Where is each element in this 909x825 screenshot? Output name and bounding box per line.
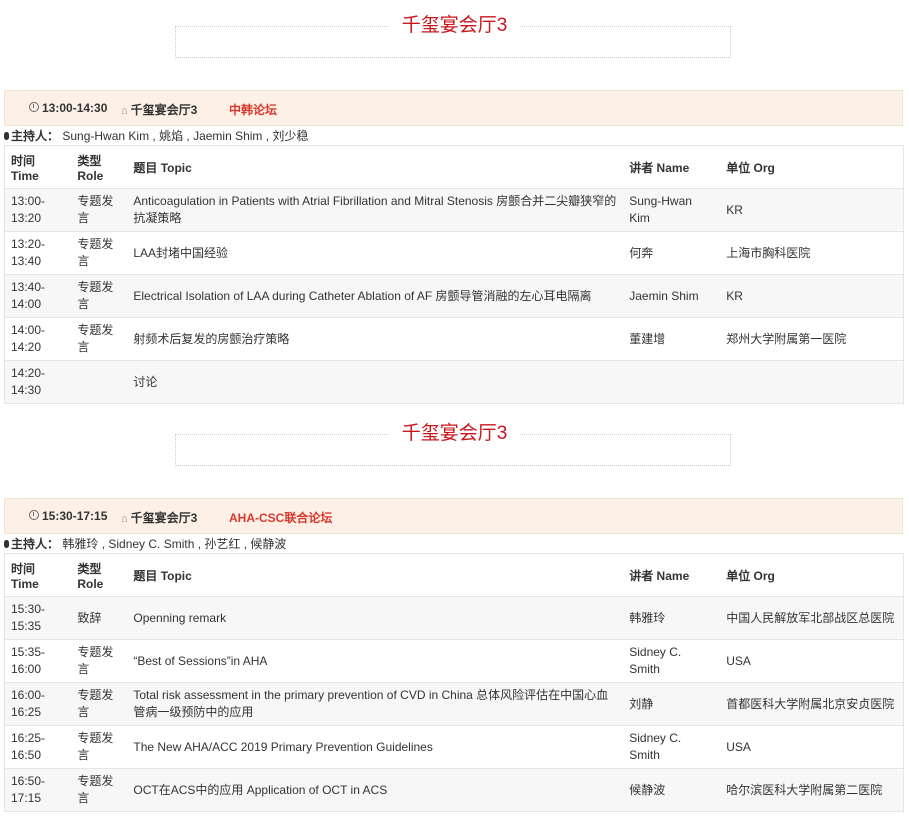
cell-org: 上海市胸科医院	[720, 231, 904, 275]
host-names: 韩雅玲 , Sidney C. Smith , 孙艺红 , 候静波	[62, 537, 287, 551]
cell-speaker: 韩雅玲	[623, 596, 721, 640]
cell-topic: Electrical Isolation of LAA during Cathe…	[127, 274, 624, 318]
table-row: 13:00-13:20 专题发言 Anticoagulation in Pati…	[4, 188, 904, 232]
table-row: 15:30-15:35 致辞 Openning remark 韩雅玲 中国人民解…	[4, 596, 904, 640]
cell-org: 郑州大学附属第一医院	[720, 317, 904, 361]
host-line: 主持人： 韩雅玲 , Sidney C. Smith , 孙艺红 , 候静波	[4, 535, 286, 553]
cell-speaker: Sidney C. Smith	[623, 725, 721, 769]
cell-role: 致辞	[71, 596, 128, 640]
cell-time: 16:25-16:50	[4, 725, 72, 769]
session-time: 15:30-17:15	[42, 509, 108, 523]
header-topic: 题目 Topic	[127, 145, 624, 189]
session-header: 15:30-17:15 ⌂ 千玺宴会厅3 AHA-CSC联合论坛	[4, 498, 903, 534]
cell-speaker	[623, 360, 721, 404]
cell-org: USA	[720, 639, 904, 683]
home-icon: ⌂	[121, 105, 128, 117]
session-place: 千玺宴会厅3	[130, 511, 198, 525]
cell-topic: “Best of Sessions”in AHA	[127, 639, 624, 683]
cell-speaker: 刘静	[623, 682, 721, 726]
cell-role: 专题发言	[71, 768, 128, 812]
session-forum-link[interactable]: 中韩论坛	[229, 101, 277, 118]
cell-org: 中国人民解放军北部战区总医院	[720, 596, 904, 640]
cell-org: KR	[720, 274, 904, 318]
clock-icon	[29, 102, 39, 112]
cell-org: USA	[720, 725, 904, 769]
header-speaker: 讲者 Name	[623, 145, 721, 189]
cell-time: 14:20-14:30	[4, 360, 72, 404]
cell-org: 哈尔滨医科大学附属第二医院	[720, 768, 904, 812]
cell-speaker: Sung-Hwan Kim	[623, 188, 721, 232]
cell-topic: OCT在ACS中的应用 Application of OCT in ACS	[127, 768, 624, 812]
cell-speaker: Jaemin Shim	[623, 274, 721, 318]
header-role: 类型 Role	[71, 145, 128, 189]
session-header: 13:00-14:30 ⌂ 千玺宴会厅3 中韩论坛	[4, 90, 903, 126]
cell-org: 首都医科大学附属北京安贞医院	[720, 682, 904, 726]
host-line: 主持人： Sung-Hwan Kim , 姚焰 , Jaemin Shim , …	[4, 127, 308, 145]
table-row: 14:20-14:30 讨论	[4, 360, 904, 404]
table-row: 16:25-16:50 专题发言 The New AHA/ACC 2019 Pr…	[4, 725, 904, 769]
table-row: 16:50-17:15 专题发言 OCT在ACS中的应用 Application…	[4, 768, 904, 812]
header-speaker: 讲者 Name	[623, 553, 721, 597]
cell-time: 16:00-16:25	[4, 682, 72, 726]
header-time: 时间 Time	[4, 553, 72, 597]
table-row: 14:00-14:20 专题发言 射频术后复发的房颤治疗策略 董建增 郑州大学附…	[4, 317, 904, 361]
cell-speaker: Sidney C. Smith	[623, 639, 721, 683]
cell-time: 13:40-14:00	[4, 274, 72, 318]
cell-topic: Total risk assessment in the primary pre…	[127, 682, 624, 726]
cell-org	[720, 360, 904, 404]
cell-role: 专题发言	[71, 188, 128, 232]
cell-role: 专题发言	[71, 725, 128, 769]
cell-time: 15:35-16:00	[4, 639, 72, 683]
cell-topic: 讨论	[127, 360, 624, 404]
cell-speaker: 候静波	[623, 768, 721, 812]
header-topic: 题目 Topic	[127, 553, 624, 597]
cell-speaker: 何奔	[623, 231, 721, 275]
cell-time: 15:30-15:35	[4, 596, 72, 640]
cell-time: 13:20-13:40	[4, 231, 72, 275]
host-names: Sung-Hwan Kim , 姚焰 , Jaemin Shim , 刘少稳	[62, 129, 309, 143]
cell-topic: LAA封堵中国经验	[127, 231, 624, 275]
cell-role: 专题发言	[71, 231, 128, 275]
cell-topic: Anticoagulation in Patients with Atrial …	[127, 188, 624, 232]
cell-time: 13:00-13:20	[4, 188, 72, 232]
cell-org: KR	[720, 188, 904, 232]
microphone-icon	[4, 132, 9, 140]
header-role: 类型 Role	[71, 553, 128, 597]
hall-title: 千玺宴会厅3	[0, 420, 909, 448]
header-org: 单位 Org	[720, 553, 904, 597]
cell-role: 专题发言	[71, 317, 128, 361]
table-header-row: 时间 Time 类型 Role 题目 Topic 讲者 Name 单位 Org	[4, 553, 904, 597]
table-header-row: 时间 Time 类型 Role 题目 Topic 讲者 Name 单位 Org	[4, 145, 904, 189]
header-time: 时间 Time	[4, 145, 72, 189]
cell-topic: Openning remark	[127, 596, 624, 640]
session-forum-link[interactable]: AHA-CSC联合论坛	[229, 509, 332, 526]
session-time: 13:00-14:30	[42, 101, 108, 115]
cell-topic: The New AHA/ACC 2019 Primary Prevention …	[127, 725, 624, 769]
cell-topic: 射频术后复发的房颤治疗策略	[127, 317, 624, 361]
cell-time: 16:50-17:15	[4, 768, 72, 812]
header-org: 单位 Org	[720, 145, 904, 189]
table-row: 13:20-13:40 专题发言 LAA封堵中国经验 何奔 上海市胸科医院	[4, 231, 904, 275]
clock-icon	[29, 510, 39, 520]
schedule-table: 时间 Time 类型 Role 题目 Topic 讲者 Name 单位 Org …	[4, 553, 904, 812]
cell-role: 专题发言	[71, 682, 128, 726]
table-row: 16:00-16:25 专题发言 Total risk assessment i…	[4, 682, 904, 726]
cell-role: 专题发言	[71, 274, 128, 318]
table-row: 15:35-16:00 专题发言 “Best of Sessions”in AH…	[4, 639, 904, 683]
microphone-icon	[4, 540, 9, 548]
cell-role: 专题发言	[71, 639, 128, 683]
table-row: 13:40-14:00 专题发言 Electrical Isolation of…	[4, 274, 904, 318]
host-label: 主持人：	[11, 537, 60, 551]
session-place: 千玺宴会厅3	[130, 103, 198, 117]
hall-title: 千玺宴会厅3	[0, 12, 909, 40]
cell-time: 14:00-14:20	[4, 317, 72, 361]
cell-role	[71, 360, 128, 404]
schedule-table: 时间 Time 类型 Role 题目 Topic 讲者 Name 单位 Org …	[4, 145, 904, 404]
host-label: 主持人：	[11, 129, 60, 143]
home-icon: ⌂	[121, 513, 128, 525]
cell-speaker: 董建增	[623, 317, 721, 361]
